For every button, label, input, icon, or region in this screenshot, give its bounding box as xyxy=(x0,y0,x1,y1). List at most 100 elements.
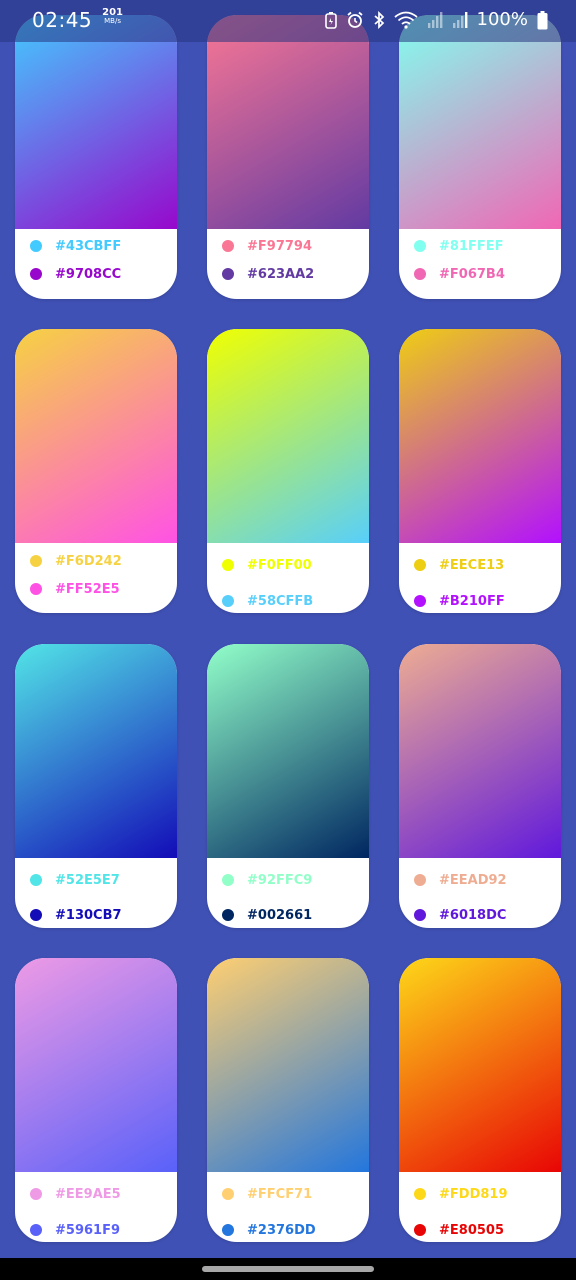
color-code-2[interactable]: #F067B4 xyxy=(439,267,505,282)
color-row-2[interactable]: #FF52E5 xyxy=(30,579,120,599)
color-code-1[interactable]: #FDD819 xyxy=(439,1187,508,1202)
gradient-swatch[interactable] xyxy=(15,644,177,858)
gradient-swatch[interactable] xyxy=(207,15,369,229)
color-code-1[interactable]: #81FFEF xyxy=(439,239,504,254)
gradient-card[interactable]: #52E5E7 #130CB7 xyxy=(15,644,177,928)
color-row-1[interactable]: #92FFC9 xyxy=(222,870,312,890)
color-code-2[interactable]: #FF52E5 xyxy=(55,582,120,597)
gradient-card[interactable]: #EE9AE5 #5961F9 xyxy=(15,958,177,1242)
color-row-2[interactable]: #58CFFB xyxy=(222,591,313,611)
color-dot-2 xyxy=(222,268,234,280)
color-code-2[interactable]: #623AA2 xyxy=(247,267,314,282)
gradient-card[interactable]: #FDD819 #E80505 xyxy=(399,958,561,1242)
network-speed: 201 MB/s xyxy=(102,8,123,26)
color-row-1[interactable]: #FDD819 xyxy=(414,1184,508,1204)
color-row-2[interactable]: #9708CC xyxy=(30,264,121,284)
color-row-1[interactable]: #F6D242 xyxy=(30,551,122,571)
gradient-swatch[interactable] xyxy=(207,958,369,1172)
signal-icon-2 xyxy=(452,11,468,29)
color-code-1[interactable]: #F0FF00 xyxy=(247,558,312,573)
color-code-1[interactable]: #92FFC9 xyxy=(247,873,312,888)
color-row-2[interactable]: #F067B4 xyxy=(414,264,505,284)
gradient-card[interactable]: #F6D242 #FF52E5 xyxy=(15,329,177,613)
gradient-card[interactable]: #EEAD92 #6018DC xyxy=(399,644,561,928)
wifi-icon xyxy=(393,11,418,29)
battery-percent: 100% xyxy=(476,9,528,30)
home-gesture-handle[interactable] xyxy=(202,1266,374,1272)
bluetooth-icon xyxy=(373,11,385,29)
gradient-swatch[interactable] xyxy=(399,958,561,1172)
color-row-1[interactable]: #81FFEF xyxy=(414,236,504,256)
color-row-2[interactable]: #130CB7 xyxy=(30,905,122,925)
network-speed-unit: MB/s xyxy=(104,17,121,25)
gradient-swatch[interactable] xyxy=(15,15,177,229)
color-row-1[interactable]: #FFCF71 xyxy=(222,1184,312,1204)
color-dot-1 xyxy=(30,240,42,252)
color-dot-1 xyxy=(30,555,42,567)
gradient-swatch[interactable] xyxy=(399,644,561,858)
color-dot-2 xyxy=(30,909,42,921)
gradient-card[interactable]: #F0FF00 #58CFFB xyxy=(207,329,369,613)
color-code-2[interactable]: #B210FF xyxy=(439,594,505,609)
color-code-2[interactable]: #6018DC xyxy=(439,908,506,923)
color-dot-1 xyxy=(222,874,234,886)
color-row-1[interactable]: #52E5E7 xyxy=(30,870,120,890)
gradient-swatch[interactable] xyxy=(399,15,561,229)
color-row-2[interactable]: #B210FF xyxy=(414,591,505,611)
gradient-card[interactable]: #F97794 #623AA2 xyxy=(207,15,369,299)
color-dot-2 xyxy=(30,583,42,595)
color-code-1[interactable]: #EE9AE5 xyxy=(55,1187,121,1202)
gradient-swatch[interactable] xyxy=(207,329,369,543)
color-dot-1 xyxy=(30,874,42,886)
color-dot-2 xyxy=(414,909,426,921)
gradient-card[interactable]: #81FFEF #F067B4 xyxy=(399,15,561,299)
gradient-card[interactable]: #FFCF71 #2376DD xyxy=(207,958,369,1242)
color-dot-1 xyxy=(222,240,234,252)
color-row-1[interactable]: #EECE13 xyxy=(414,555,504,575)
color-code-1[interactable]: #F6D242 xyxy=(55,554,122,569)
color-code-2[interactable]: #E80505 xyxy=(439,1223,504,1238)
color-code-1[interactable]: #F97794 xyxy=(247,239,312,254)
color-code-2[interactable]: #002661 xyxy=(247,908,312,923)
color-code-1[interactable]: #EECE13 xyxy=(439,558,504,573)
color-dot-1 xyxy=(414,559,426,571)
color-row-1[interactable]: #43CBFF xyxy=(30,236,121,256)
color-code-2[interactable]: #5961F9 xyxy=(55,1223,120,1238)
color-row-1[interactable]: #EEAD92 xyxy=(414,870,507,890)
color-row-1[interactable]: #EE9AE5 xyxy=(30,1184,121,1204)
color-dot-2 xyxy=(414,595,426,607)
color-dot-1 xyxy=(414,874,426,886)
color-code-1[interactable]: #EEAD92 xyxy=(439,873,507,888)
gradient-swatch[interactable] xyxy=(15,329,177,543)
color-code-2[interactable]: #2376DD xyxy=(247,1223,316,1238)
navigation-bar xyxy=(0,1258,576,1280)
gradient-card[interactable]: #EECE13 #B210FF xyxy=(399,329,561,613)
color-row-1[interactable]: #F0FF00 xyxy=(222,555,312,575)
color-dot-1 xyxy=(222,1188,234,1200)
color-row-1[interactable]: #F97794 xyxy=(222,236,312,256)
color-row-2[interactable]: #2376DD xyxy=(222,1220,316,1240)
color-code-2[interactable]: #130CB7 xyxy=(55,908,122,923)
gradient-swatch[interactable] xyxy=(207,644,369,858)
gradient-card[interactable]: #43CBFF #9708CC xyxy=(15,15,177,299)
color-row-2[interactable]: #E80505 xyxy=(414,1220,504,1240)
gradient-card[interactable]: #92FFC9 #002661 xyxy=(207,644,369,928)
alarm-icon xyxy=(346,11,364,29)
gradient-swatch[interactable] xyxy=(399,329,561,543)
color-code-1[interactable]: #FFCF71 xyxy=(247,1187,312,1202)
gradient-grid: #43CBFF #9708CC #F97794 #623AA2 #81FFEF … xyxy=(0,0,576,1258)
color-row-2[interactable]: #623AA2 xyxy=(222,264,314,284)
color-dot-2 xyxy=(30,268,42,280)
color-code-1[interactable]: #43CBFF xyxy=(55,239,121,254)
color-dot-2 xyxy=(414,1224,426,1236)
color-row-2[interactable]: #6018DC xyxy=(414,905,506,925)
color-dot-1 xyxy=(414,1188,426,1200)
status-clock: 02:45 xyxy=(32,8,93,32)
color-row-2[interactable]: #5961F9 xyxy=(30,1220,120,1240)
gradient-swatch[interactable] xyxy=(15,958,177,1172)
color-dot-2 xyxy=(30,1224,42,1236)
color-code-2[interactable]: #58CFFB xyxy=(247,594,313,609)
color-row-2[interactable]: #002661 xyxy=(222,905,312,925)
color-code-1[interactable]: #52E5E7 xyxy=(55,873,120,888)
color-code-2[interactable]: #9708CC xyxy=(55,267,121,282)
